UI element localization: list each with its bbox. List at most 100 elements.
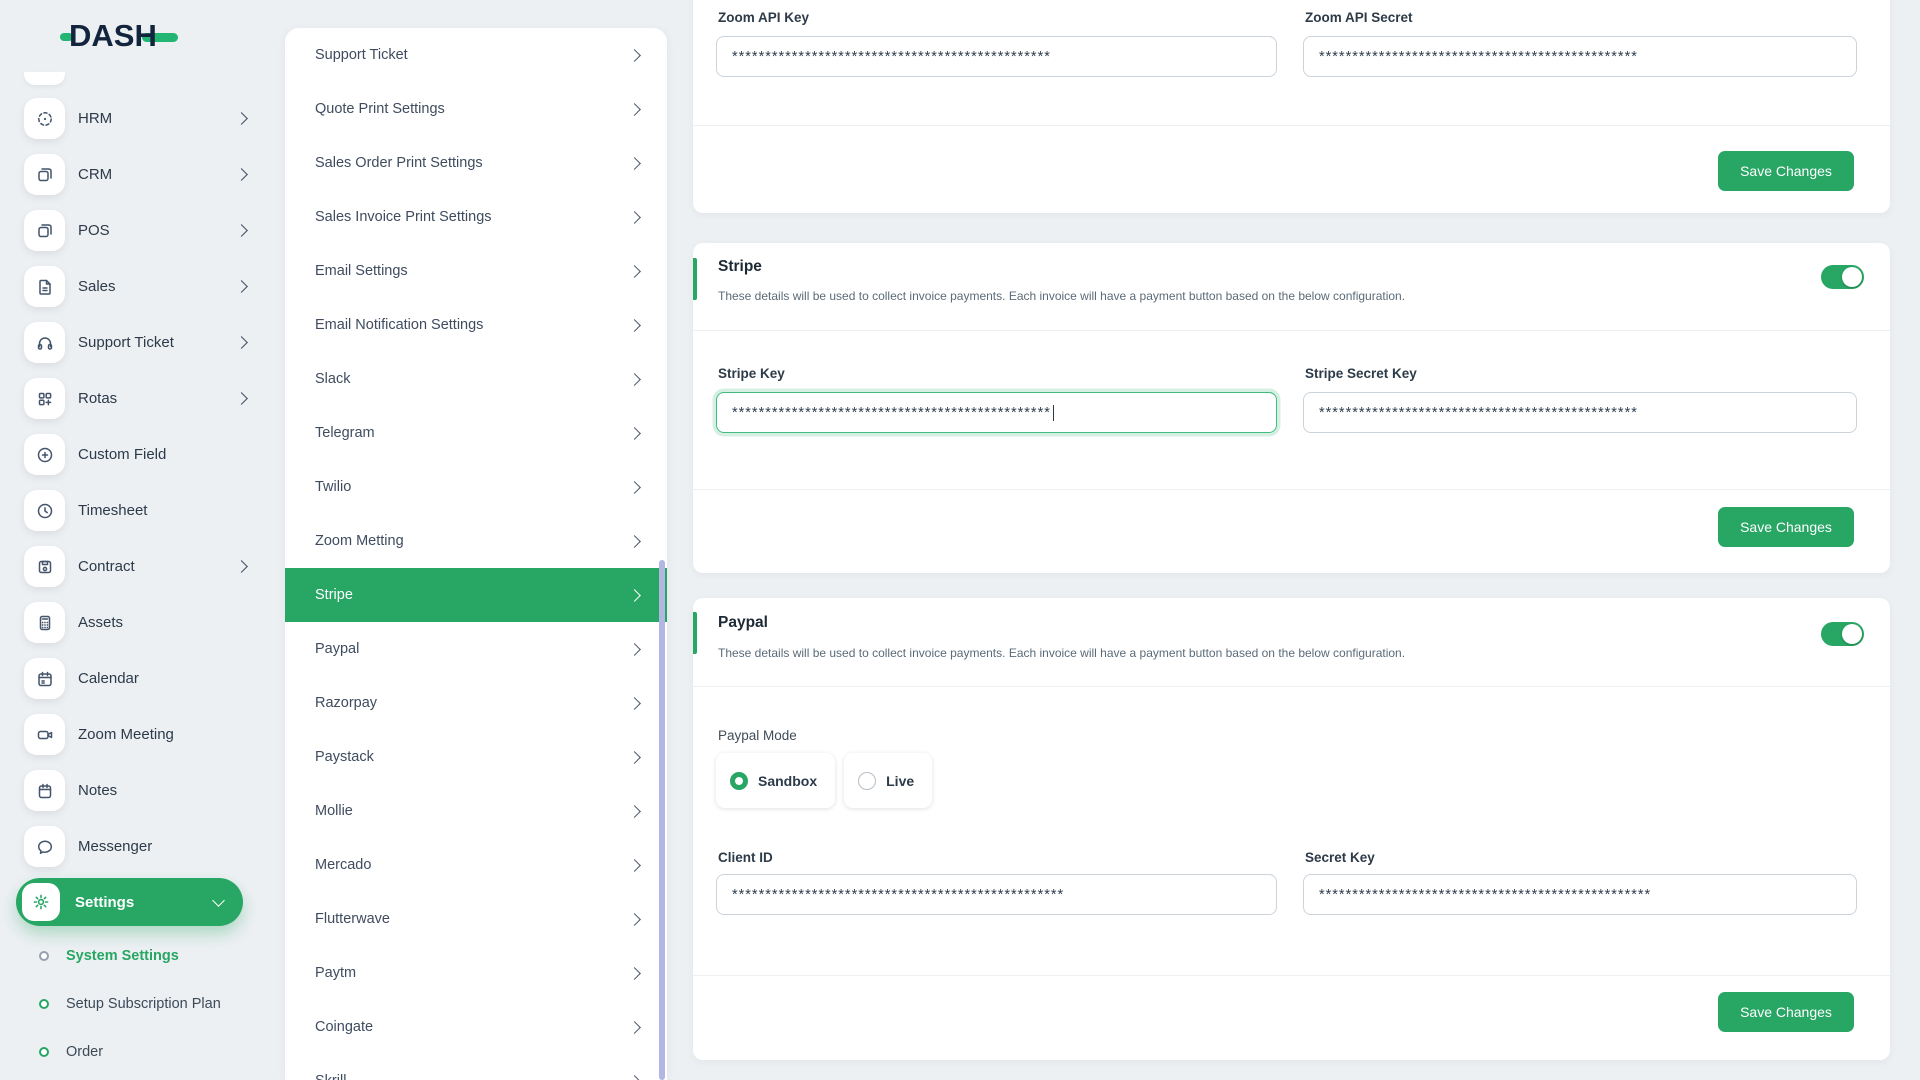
chevron-right-icon [628,1074,641,1080]
paypal-toggle[interactable] [1821,622,1864,646]
menu-item-label: Email Notification Settings [315,317,484,333]
chevron-right-icon [628,642,641,656]
paypal-card-title: Paypal [718,614,768,631]
menu-item-twilio[interactable]: Twilio [285,460,667,514]
save-changes-button[interactable]: Save Changes [1718,151,1854,191]
sidebar-item-contract[interactable]: Contract [24,546,248,587]
menu-item-label: Zoom Metting [315,533,404,549]
chevron-right-icon [628,264,641,278]
sidebar-item-messenger[interactable]: Messenger [24,826,246,867]
save-changes-button[interactable]: Save Changes [1718,507,1854,547]
video-icon [24,714,65,755]
sidebar-subitem-setup-subscription-plan[interactable]: Setup Subscription Plan [0,980,262,1028]
radio-unchecked-icon [858,771,877,790]
menu-item-mercado[interactable]: Mercado [285,838,667,892]
zoom-api-secret-input[interactable]: ****************************************… [1303,36,1857,77]
client-id-input[interactable]: ****************************************… [716,874,1277,915]
subitem-label: Order [66,1044,104,1060]
sidebar-item-zoom-meeting[interactable]: Zoom Meeting [24,714,246,755]
menu-item-quote-print-settings[interactable]: Quote Print Settings [285,82,667,136]
gear-icon [22,883,60,921]
chevron-right-icon [235,560,248,573]
paypal-mode-label: Paypal Mode [718,728,797,743]
menu-item-label: Skrill [315,1073,346,1080]
chevron-right-icon [235,336,248,349]
stripe-toggle[interactable] [1821,265,1864,289]
sidebar-item-notes[interactable]: Notes [24,770,246,811]
masked-value: ****************************************… [732,404,1051,421]
sidebar-item-hrm[interactable]: HRM [24,98,248,139]
secret-key-input[interactable]: ****************************************… [1303,874,1857,915]
toggle-knob [1842,267,1862,287]
radio-live[interactable]: Live [844,753,933,808]
toggle-knob [1842,624,1862,644]
menu-item-sales-invoice-print-settings[interactable]: Sales Invoice Print Settings [285,190,667,244]
app-logo[interactable]: DASH [60,18,178,54]
chat-icon [24,826,65,867]
sidebar-item-label: Notes [78,782,118,799]
stripe-card-description: These details will be used to collect in… [718,289,1406,303]
chevron-right-icon [628,156,641,170]
hrm-icon [24,98,65,139]
floppy-icon [24,546,65,587]
menu-item-coingate[interactable]: Coingate [285,1000,667,1054]
menu-item-email-settings[interactable]: Email Settings [285,244,667,298]
radio-sandbox[interactable]: Sandbox [716,753,836,808]
save-changes-button[interactable]: Save Changes [1718,992,1854,1032]
sidebar-item-label: Messenger [78,838,153,855]
sidebar-item-sales[interactable]: Sales [24,266,248,307]
zoom-api-key-input[interactable]: ****************************************… [716,36,1277,77]
menu-item-sales-order-print-settings[interactable]: Sales Order Print Settings [285,136,667,190]
sidebar-item-label: Contract [78,558,135,575]
sidebar-item-rotas[interactable]: Rotas [24,378,248,419]
menu-item-paytm[interactable]: Paytm [285,946,667,1000]
sidebar-subitem-system-settings[interactable]: System Settings [0,932,262,980]
menu-item-slack[interactable]: Slack [285,352,667,406]
menu-item-stripe[interactable]: Stripe [285,568,667,622]
menu-item-email-notification-settings[interactable]: Email Notification Settings [285,298,667,352]
sidebar-item-timesheet[interactable]: Timesheet [24,490,246,531]
secret-key-label: Secret Key [1305,850,1375,865]
client-id-label: Client ID [718,850,773,865]
menu-item-flutterwave[interactable]: Flutterwave [285,892,667,946]
chevron-right-icon [628,426,641,440]
subitem-label: System Settings [66,948,179,964]
sidebar-item-support-ticket[interactable]: Support Ticket [24,322,248,363]
stripe-key-input[interactable]: ****************************************… [716,392,1277,433]
menu-item-label: Mollie [315,803,353,819]
sidebar-subitem-order[interactable]: Order [0,1028,262,1076]
sidebar-item-crm[interactable]: CRM [24,154,248,195]
menu-item-zoom-metting[interactable]: Zoom Metting [285,514,667,568]
stripe-secret-key-input[interactable]: ****************************************… [1303,392,1857,433]
menu-item-paypal[interactable]: Paypal [285,622,667,676]
paypal-mode-radio-group: Sandbox Live [716,753,933,808]
sidebar-item-settings[interactable]: Settings [16,878,243,926]
menu-item-skrill[interactable]: Skrill [285,1054,667,1080]
chevron-right-icon [628,804,641,818]
zoom-settings-card: Zoom API Key Zoom API Secret ***********… [693,0,1890,213]
sidebar-item-pos[interactable]: POS [24,210,248,251]
menu-item-label: Slack [315,371,351,387]
chevron-right-icon [628,1020,641,1034]
sidebar-item-calendar[interactable]: Calendar [24,658,246,699]
chevron-right-icon [628,588,641,602]
sidebar-item-custom-field[interactable]: Custom Field [24,434,246,475]
menu-item-razorpay[interactable]: Razorpay [285,676,667,730]
chevron-right-icon [235,168,248,181]
menu-item-label: Stripe [315,587,353,603]
panel-scrollbar-thumb[interactable] [659,560,665,1080]
menu-item-telegram[interactable]: Telegram [285,406,667,460]
grid-plus-icon [24,378,65,419]
menu-item-support-ticket[interactable]: Support Ticket [285,28,667,82]
headphones-icon [24,322,65,363]
chevron-right-icon [628,696,641,710]
sidebar-item-assets[interactable]: Assets [24,602,246,643]
menu-item-mollie[interactable]: Mollie [285,784,667,838]
stripe-card-title: Stripe [718,258,762,275]
menu-item-label: Quote Print Settings [315,101,445,117]
chevron-right-icon [628,102,641,116]
sidebar-nav: HRM CRM POS Sales Support Ticket Rotas C… [0,98,262,882]
chevron-right-icon [235,392,248,405]
menu-item-paystack[interactable]: Paystack [285,730,667,784]
sidebar-item-label: Assets [78,614,124,631]
